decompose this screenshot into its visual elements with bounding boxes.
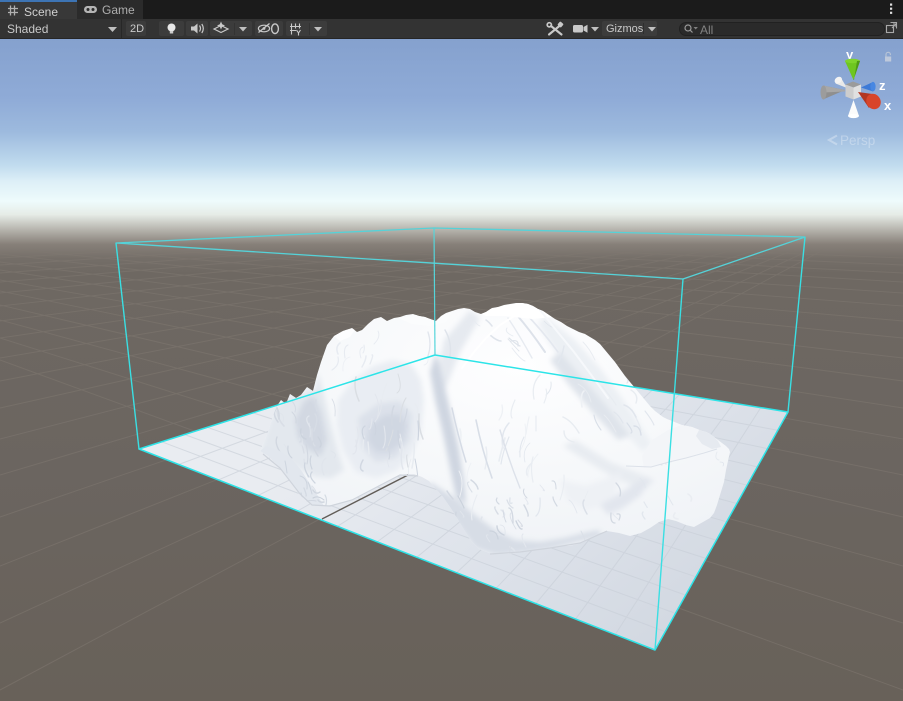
svg-text:Persp: Persp — [840, 133, 875, 148]
svg-text:x: x — [884, 98, 892, 113]
svg-text:z: z — [879, 78, 886, 93]
